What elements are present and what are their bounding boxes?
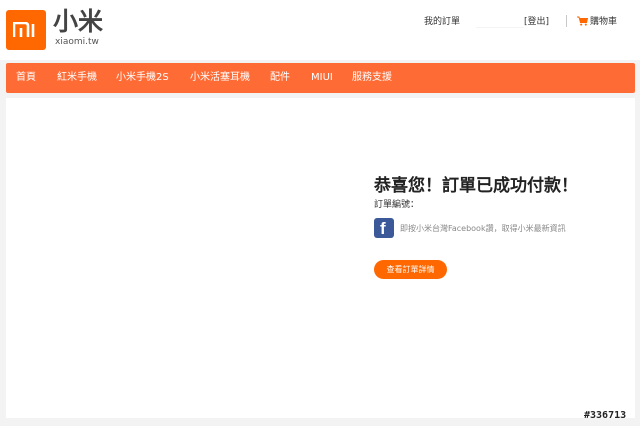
order-number-label: 訂單編號： [374,200,420,210]
cart-link[interactable]: 購物車 [590,15,617,29]
logout-link[interactable]: [登出] [524,15,549,29]
view-order-details-button[interactable]: 查看訂單詳情 [374,260,447,279]
nav-item-home[interactable]: 首頁 [16,63,36,93]
nav-item-support[interactable]: 服務支援 [352,63,392,93]
main-nav: 首頁 紅米手機 小米手機2S 小米活塞耳機 配件 MIUI 服務支援 [6,63,635,93]
nav-item-accessories[interactable]: 配件 [270,63,290,93]
nav-item-miui[interactable]: MIUI [311,63,333,93]
header: 小米 xiaomi.tw 我的訂單 [登出] 購物車 [0,0,640,60]
nav-item-piston-earphones[interactable]: 小米活塞耳機 [190,63,250,93]
shopping-cart-icon[interactable] [577,16,588,26]
user-name-field[interactable] [476,14,524,28]
mi-logo-icon[interactable] [6,10,46,50]
nav-item-redmi[interactable]: 紅米手機 [57,63,97,93]
header-divider [566,15,567,27]
content-panel [6,98,635,418]
facebook-icon[interactable]: f [374,218,394,238]
facebook-like-text: 即按小米台灣Facebook讚，取得小米最新資訊 [400,224,566,233]
success-title: 恭喜您！訂單已成功付款！ [374,176,578,196]
nav-item-mi2s[interactable]: 小米手機2S [116,63,169,93]
my-orders-link[interactable]: 我的訂單 [424,15,460,29]
page: 小米 xiaomi.tw 我的訂單 [登出] 購物車 首頁 紅米手機 小米手機2… [0,0,640,426]
brand-name: 小米 [53,7,104,36]
brand-domain: xiaomi.tw [55,37,99,47]
watermark: #336713 [584,410,627,421]
